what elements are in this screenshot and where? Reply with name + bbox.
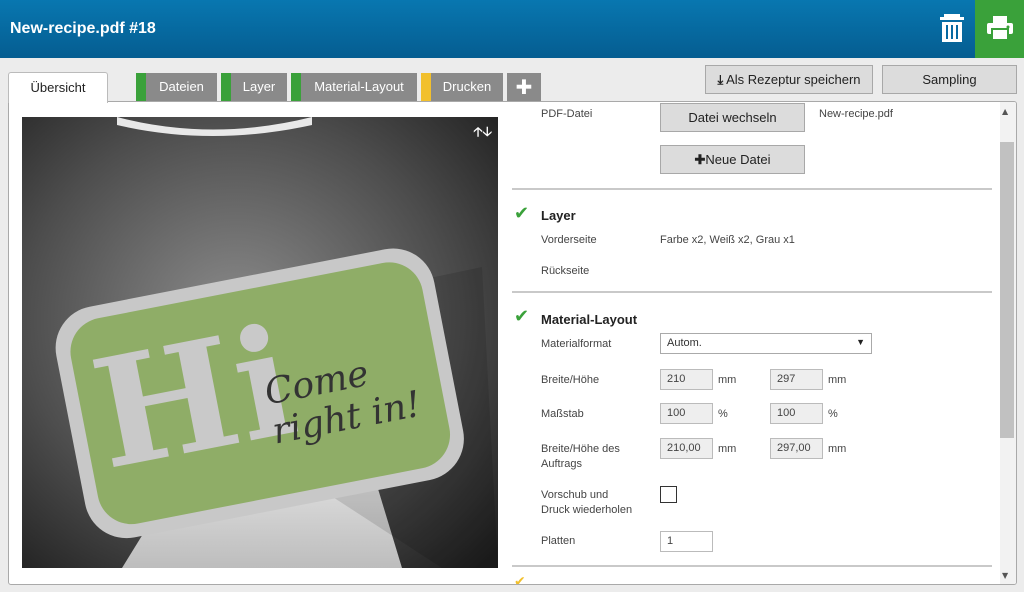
unit-mm: mm bbox=[718, 374, 737, 386]
save-recipe-label: Als Rezeptur speichern bbox=[726, 72, 861, 87]
add-tab-button[interactable]: ✚ bbox=[507, 73, 541, 101]
new-file-label: Neue Datei bbox=[705, 152, 771, 167]
status-icon: ✔ bbox=[514, 574, 526, 585]
sampling-button[interactable]: Sampling bbox=[882, 65, 1017, 94]
width-input[interactable]: 210 bbox=[660, 369, 713, 390]
sampling-label: Sampling bbox=[922, 72, 977, 87]
job-height-input[interactable]: 297,00 bbox=[770, 438, 823, 459]
sign-illustration: Hi Come right in! bbox=[22, 117, 498, 568]
divider bbox=[512, 565, 992, 567]
check-icon: ✔ bbox=[514, 306, 530, 327]
pdf-filename: New-recipe.pdf bbox=[819, 108, 893, 120]
scale-x-input[interactable]: 100 bbox=[660, 403, 713, 424]
tab-layer[interactable]: Layer bbox=[221, 73, 287, 101]
scale-y-input[interactable]: 100 bbox=[770, 403, 823, 424]
trash-icon[interactable] bbox=[938, 12, 966, 44]
scroll-up-icon[interactable]: ▲ bbox=[1002, 107, 1008, 116]
download-icon: ⤓ bbox=[717, 72, 724, 87]
overview-panel: Hi Come right in! 🡡🡣 PDF-Datei Datei wec… bbox=[8, 101, 1017, 585]
repeat-label-1: Vorschub und bbox=[541, 489, 609, 501]
save-recipe-button[interactable]: ⤓ Als Rezeptur speichern bbox=[705, 65, 873, 94]
repeat-label-2: Druck wiederholen bbox=[541, 504, 633, 516]
pdf-file-label: PDF-Datei bbox=[541, 108, 593, 120]
status-stripe bbox=[421, 73, 431, 101]
plus-icon: ✚ bbox=[515, 75, 533, 99]
material-section-title: Material-Layout bbox=[541, 312, 638, 327]
tab-material-layout[interactable]: Material-Layout bbox=[291, 73, 417, 101]
repeat-checkbox[interactable] bbox=[660, 486, 677, 503]
job-size-label-2: Auftrags bbox=[541, 458, 582, 470]
job-size-label-1: Breite/Höhe des bbox=[541, 443, 620, 455]
scrollbar-thumb[interactable] bbox=[1000, 142, 1014, 438]
plates-input[interactable]: 1 bbox=[660, 531, 713, 552]
preview-image: Hi Come right in! 🡡🡣 bbox=[22, 117, 498, 568]
material-format-value: Autom. bbox=[667, 337, 702, 349]
back-label: Rückseite bbox=[541, 265, 590, 277]
tab-uebersicht[interactable]: Übersicht bbox=[8, 72, 108, 103]
page-title: New-recipe.pdf #18 bbox=[10, 20, 156, 37]
height-input[interactable]: 297 bbox=[770, 369, 823, 390]
unit-percent: % bbox=[828, 408, 838, 420]
new-file-button[interactable]: ✚Neue Datei bbox=[660, 145, 805, 174]
scale-label: Maßstab bbox=[541, 408, 584, 420]
status-stripe bbox=[291, 73, 301, 101]
layer-section-title: Layer bbox=[541, 208, 576, 223]
unit-mm: mm bbox=[828, 443, 847, 455]
plus-icon: ✚ bbox=[694, 152, 706, 167]
tab-dateien[interactable]: Dateien bbox=[136, 73, 217, 101]
sort-arrows[interactable]: 🡡🡣 bbox=[473, 123, 492, 145]
caret-down-icon: ▼ bbox=[856, 337, 865, 347]
size-label: Breite/Höhe bbox=[541, 374, 600, 386]
tab-label: Drucken bbox=[442, 79, 492, 94]
tab-label: Material-Layout bbox=[314, 79, 404, 94]
plates-label: Platten bbox=[541, 535, 576, 547]
check-icon: ✔ bbox=[514, 203, 530, 224]
unit-mm: mm bbox=[718, 443, 737, 455]
tab-drucken[interactable]: Drucken bbox=[421, 73, 503, 101]
material-format-label: Materialformat bbox=[541, 338, 612, 350]
status-stripe bbox=[221, 73, 231, 101]
tab-label: Übersicht bbox=[30, 80, 86, 95]
tab-label: Dateien bbox=[159, 79, 204, 94]
divider bbox=[512, 291, 992, 293]
app-header: New-recipe.pdf #18 bbox=[0, 0, 1024, 58]
job-width-input[interactable]: 210,00 bbox=[660, 438, 713, 459]
print-button[interactable] bbox=[975, 0, 1024, 58]
change-file-label: Datei wechseln bbox=[688, 110, 777, 125]
printer-icon bbox=[987, 16, 1013, 40]
scroll-down-icon[interactable]: ▼ bbox=[1002, 571, 1008, 580]
unit-mm: mm bbox=[828, 374, 847, 386]
unit-percent: % bbox=[718, 408, 728, 420]
front-label: Vorderseite bbox=[541, 234, 597, 246]
material-format-select[interactable]: Autom. ▼ bbox=[660, 333, 872, 354]
arrow-up-icon[interactable]: 🡡 bbox=[473, 125, 482, 140]
divider bbox=[512, 188, 992, 190]
arrow-down-icon[interactable]: 🡣 bbox=[483, 125, 492, 140]
status-stripe bbox=[136, 73, 146, 101]
settings-form: PDF-Datei Datei wechseln New-recipe.pdf … bbox=[512, 102, 1002, 585]
front-value: Farbe x2, Weiß x2, Grau x1 bbox=[660, 234, 795, 246]
change-file-button[interactable]: Datei wechseln bbox=[660, 103, 805, 132]
